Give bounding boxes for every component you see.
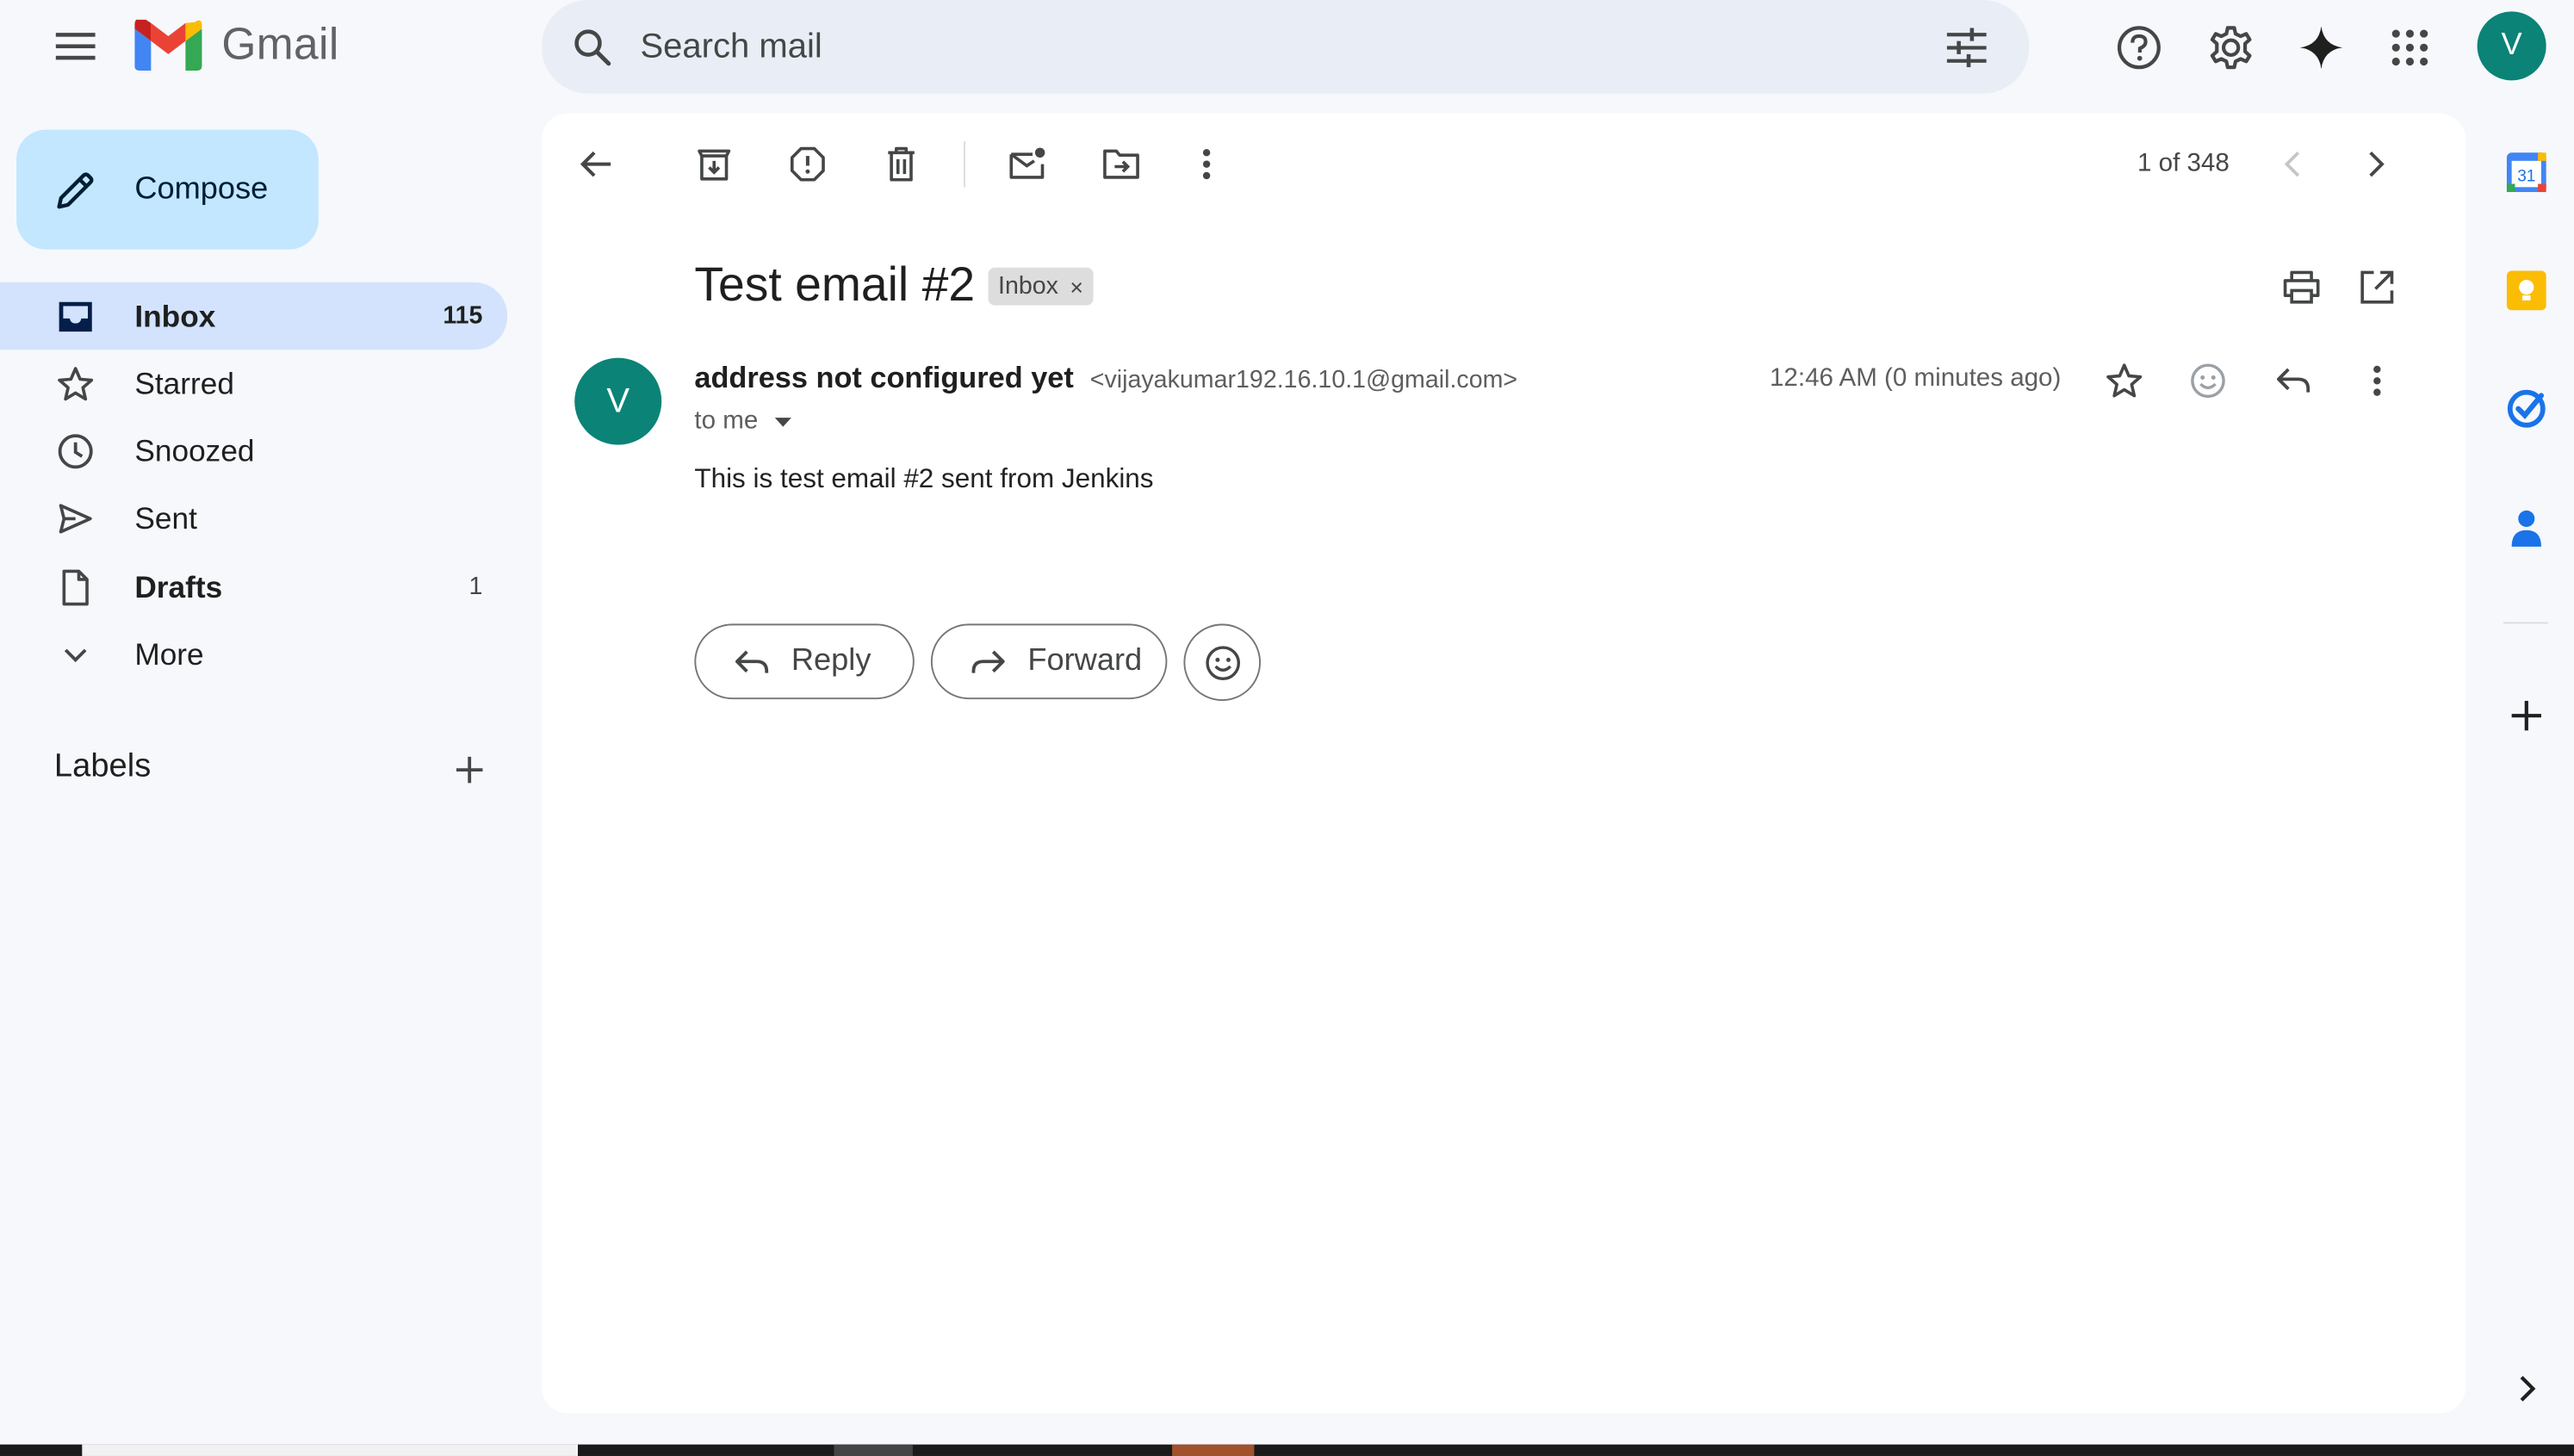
gemini-sparkle-icon[interactable] bbox=[2290, 16, 2352, 78]
unread-count: 115 bbox=[443, 301, 483, 331]
help-icon[interactable] bbox=[2108, 16, 2170, 78]
gmail-logo[interactable]: Gmail bbox=[134, 19, 339, 71]
gmail-m-icon bbox=[134, 19, 202, 71]
chevron-down-icon bbox=[53, 631, 98, 677]
google-tasks-icon[interactable] bbox=[2502, 384, 2551, 433]
send-icon bbox=[53, 495, 98, 541]
nav-item-drafts[interactable]: Drafts 1 bbox=[0, 553, 507, 620]
recipient-text: to me bbox=[694, 406, 759, 436]
star-message-icon[interactable] bbox=[2101, 358, 2147, 404]
nav-label: Starred bbox=[134, 365, 234, 400]
taskbar-app-indicator[interactable] bbox=[1172, 1444, 1255, 1456]
email-subject: Test email #2 bbox=[694, 259, 976, 313]
report-spam-icon[interactable] bbox=[785, 141, 830, 187]
message-more-vert-icon[interactable] bbox=[2354, 358, 2400, 404]
reply-icon bbox=[735, 650, 769, 673]
compose-button[interactable]: Compose bbox=[16, 129, 319, 250]
search-bar bbox=[542, 0, 2030, 94]
newer-chevron-left-icon[interactable] bbox=[2270, 141, 2316, 187]
move-to-icon[interactable] bbox=[1098, 141, 1144, 187]
back-arrow-icon[interactable] bbox=[573, 141, 618, 187]
search-icon[interactable] bbox=[568, 22, 617, 71]
hamburger-icon bbox=[55, 33, 96, 60]
caret-down-icon bbox=[774, 418, 791, 427]
message-timestamp: 12:46 AM (0 minutes ago) bbox=[1769, 364, 2062, 393]
nav-item-sent[interactable]: Sent bbox=[0, 484, 507, 551]
star-icon bbox=[53, 360, 98, 406]
get-addons-plus-icon[interactable] bbox=[2502, 691, 2551, 740]
nav-item-inbox[interactable]: Inbox 115 bbox=[0, 282, 508, 350]
settings-gear-icon[interactable] bbox=[2199, 16, 2261, 78]
nav-label: Inbox bbox=[134, 298, 216, 333]
sender-name[interactable]: address not configured yet bbox=[694, 361, 1073, 395]
inbox-label-chip: Inbox × bbox=[988, 267, 1094, 306]
draft-file-icon bbox=[53, 564, 98, 610]
nav-item-more[interactable]: More bbox=[0, 621, 507, 688]
older-chevron-right-icon[interactable] bbox=[2353, 141, 2398, 187]
nav-label: Snoozed bbox=[134, 432, 255, 468]
labels-heading: Labels bbox=[53, 748, 152, 785]
pagination-text: 1 of 348 bbox=[2137, 149, 2230, 177]
expand-side-panel-chevron-icon[interactable] bbox=[2502, 1364, 2551, 1413]
clock-icon bbox=[53, 428, 98, 474]
compose-label: Compose bbox=[134, 171, 269, 207]
more-vert-icon[interactable] bbox=[1183, 141, 1229, 187]
inbox-icon bbox=[53, 293, 98, 338]
add-label-icon[interactable] bbox=[447, 747, 493, 792]
archive-icon[interactable] bbox=[692, 141, 737, 187]
search-options-icon[interactable] bbox=[1940, 22, 1993, 74]
add-reaction-emoji-icon[interactable] bbox=[2185, 358, 2230, 404]
google-contacts-icon[interactable] bbox=[2502, 502, 2551, 551]
app-name: Gmail bbox=[221, 19, 339, 70]
side-panel-divider bbox=[2503, 622, 2548, 624]
taskbar-app-indicator[interactable] bbox=[834, 1444, 913, 1456]
reply-label: Reply bbox=[791, 643, 871, 678]
smiley-icon bbox=[1205, 645, 1240, 680]
print-icon[interactable] bbox=[2279, 264, 2324, 310]
email-body: This is test email #2 sent from Jenkins bbox=[694, 464, 1154, 494]
search-input[interactable] bbox=[636, 25, 1892, 69]
google-keep-icon[interactable] bbox=[2502, 266, 2551, 315]
google-calendar-icon[interactable]: 31 bbox=[2502, 148, 2551, 197]
mark-unread-icon[interactable] bbox=[1005, 141, 1051, 187]
toolbar-divider bbox=[963, 140, 965, 188]
forward-icon bbox=[971, 650, 1005, 673]
nav-item-starred[interactable]: Starred bbox=[0, 350, 507, 417]
sender-email: <vijayakumar192.16.10.1@gmail.com> bbox=[1089, 366, 1518, 394]
reply-arrow-icon[interactable] bbox=[2270, 358, 2316, 404]
delete-trash-icon[interactable] bbox=[878, 141, 924, 187]
recipient-details-toggle[interactable]: to me bbox=[694, 407, 794, 437]
nav-label: Sent bbox=[134, 499, 197, 535]
forward-button[interactable]: Forward bbox=[930, 623, 1168, 700]
taskbar-window-indicator[interactable] bbox=[82, 1444, 579, 1456]
draft-count: 1 bbox=[468, 573, 483, 601]
nav-label: Drafts bbox=[134, 568, 223, 604]
main-menu-button[interactable] bbox=[36, 22, 115, 71]
open-new-window-icon[interactable] bbox=[2354, 264, 2400, 310]
react-emoji-button[interactable] bbox=[1183, 623, 1262, 702]
apps-grid-icon[interactable] bbox=[2379, 16, 2441, 78]
reply-button[interactable]: Reply bbox=[694, 623, 915, 700]
remove-label-close-icon[interactable]: × bbox=[1070, 273, 1083, 300]
sender-avatar[interactable]: V bbox=[574, 357, 662, 445]
calendar-day-number: 31 bbox=[2517, 168, 2535, 186]
nav-label: More bbox=[134, 635, 204, 671]
pencil-icon bbox=[57, 171, 94, 208]
nav-item-snoozed[interactable]: Snoozed bbox=[0, 417, 507, 484]
account-avatar[interactable]: V bbox=[2477, 11, 2546, 81]
label-chip-text: Inbox bbox=[998, 272, 1058, 300]
forward-label: Forward bbox=[1027, 643, 1143, 678]
